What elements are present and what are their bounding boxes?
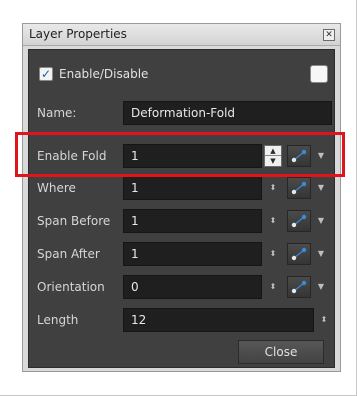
length-label: Length — [37, 313, 79, 327]
stepper-icon[interactable]: ⬍ — [265, 275, 281, 299]
layer-properties-dialog: Layer Properties ✕ ✓ Enable/Disable Name… — [22, 23, 341, 372]
orientation-function-button[interactable] — [287, 276, 311, 298]
where-field[interactable]: 1 — [123, 176, 262, 200]
chevron-down-icon[interactable]: ▼ — [316, 209, 326, 233]
stepper-icon[interactable]: ⬍ — [316, 308, 332, 332]
function-curve-icon — [291, 214, 307, 228]
function-curve-icon — [291, 181, 307, 195]
span-before-label: Span Before — [37, 214, 111, 228]
layer-color-swatch[interactable] — [310, 65, 328, 83]
name-label: Name: — [37, 106, 77, 120]
length-field[interactable]: 12 — [123, 308, 314, 332]
close-x-icon[interactable]: ✕ — [323, 29, 335, 41]
function-curve-icon — [291, 280, 307, 294]
enable-fold-highlight — [15, 132, 345, 177]
where-label: Where — [37, 181, 76, 195]
function-curve-icon — [291, 247, 307, 261]
stepper-icon[interactable]: ⬍ — [265, 176, 281, 200]
enable-disable-checkbox[interactable]: ✓ — [39, 67, 53, 81]
close-button[interactable]: Close — [238, 340, 324, 364]
properties-panel: ✓ Enable/Disable Name: Deformation-Fold … — [28, 49, 335, 368]
stepper-icon[interactable]: ⬍ — [265, 242, 281, 266]
enable-disable-label: Enable/Disable — [59, 67, 149, 81]
name-field[interactable]: Deformation-Fold — [123, 101, 332, 125]
span-after-field[interactable]: 1 — [123, 242, 262, 266]
where-function-button[interactable] — [287, 177, 311, 199]
span-after-label: Span After — [37, 247, 100, 261]
chevron-down-icon[interactable]: ▼ — [316, 242, 326, 266]
span-before-field[interactable]: 1 — [123, 209, 262, 233]
orientation-field[interactable]: 0 — [123, 275, 262, 299]
span-after-function-button[interactable] — [287, 243, 311, 265]
dialog-titlebar[interactable]: Layer Properties ✕ — [23, 24, 340, 46]
chevron-down-icon[interactable]: ▼ — [316, 176, 326, 200]
orientation-label: Orientation — [37, 280, 105, 294]
dialog-title: Layer Properties — [29, 27, 127, 41]
span-before-function-button[interactable] — [287, 210, 311, 232]
stepper-icon[interactable]: ⬍ — [265, 209, 281, 233]
chevron-down-icon[interactable]: ▼ — [316, 275, 326, 299]
